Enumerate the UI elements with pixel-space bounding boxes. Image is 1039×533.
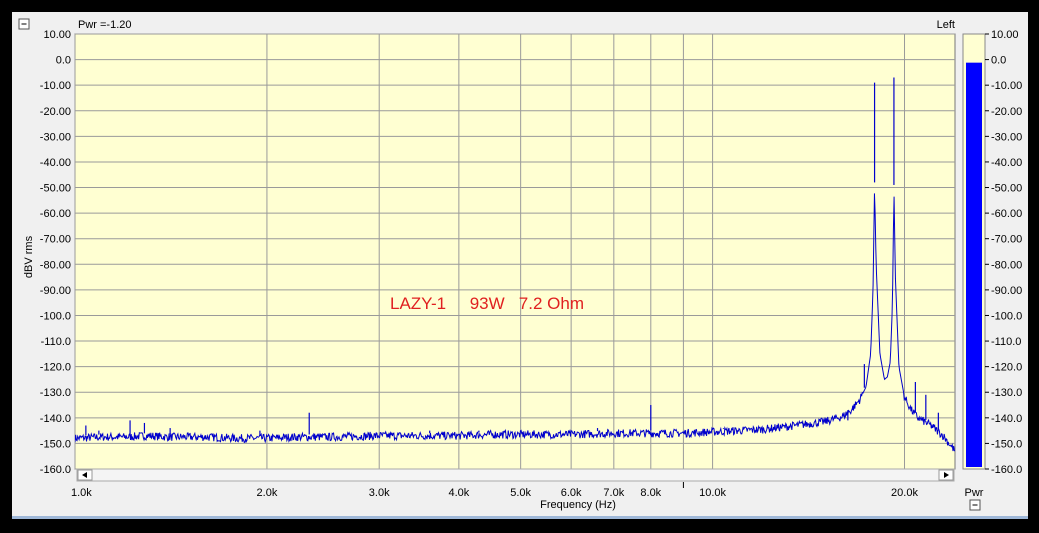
- x-tick-label: 20.0k: [891, 487, 918, 499]
- x-axis-label: Frequency (Hz): [540, 499, 616, 511]
- meter-tick-label: -160.0: [991, 464, 1022, 476]
- x-tick-label: 5.0k: [510, 487, 531, 499]
- y-tick-label: -100.0: [40, 310, 71, 322]
- meter-tick-label: -20.00: [991, 106, 1022, 118]
- y-tick-label: -50.00: [40, 183, 71, 195]
- meter-label: Pwr: [965, 487, 984, 499]
- y-tick-label: -130.0: [40, 387, 71, 399]
- x-tick-label: 3.0k: [369, 487, 390, 499]
- meter-tick-label: -100.0: [991, 310, 1022, 322]
- meter-tick-label: -150.0: [991, 438, 1022, 450]
- y-tick-label: -90.00: [40, 285, 71, 297]
- y-tick-label: -120.0: [40, 362, 71, 374]
- meter-tick-label: -110.0: [991, 336, 1021, 348]
- meter-tick-label: -80.00: [991, 259, 1022, 271]
- meter-tick-label: -140.0: [991, 413, 1022, 425]
- x-tick-label: 8.0k: [640, 487, 661, 499]
- x-tick-label: 7.0k: [603, 487, 624, 499]
- y-tick-label: 0.0: [56, 55, 71, 67]
- meter-tick-label: -40.00: [991, 157, 1022, 169]
- meter-tick-label: 10.00: [991, 29, 1019, 41]
- x-tick-label: 4.0k: [448, 487, 469, 499]
- y-tick-label: -140.0: [40, 413, 71, 425]
- meter-tick-label: 0.0: [991, 55, 1006, 67]
- x-tick-label: 2.0k: [257, 487, 278, 499]
- y-tick-label: -10.00: [40, 80, 71, 92]
- y-tick-labels: 10.00 0.0 -10.00 -20.00 -30.00 -40.00 -50.00 -6…: [40, 29, 71, 476]
- meter-tick-label: -60.00: [991, 208, 1022, 220]
- y-tick-label: 10.00: [43, 29, 71, 41]
- analyzer-window: Pwr =-1.20 Left 10.00 0.0 -10.00 -20.00 -30.…: [12, 12, 1028, 519]
- x-tick-label: 1.0k: [71, 487, 92, 499]
- power-readout: Pwr =-1.20: [78, 19, 132, 31]
- y-tick-label: -160.0: [40, 464, 71, 476]
- meter-tick-label: -90.00: [991, 285, 1022, 297]
- y-tick-label: -20.00: [40, 106, 71, 118]
- meter-tick-label: -130.0: [991, 387, 1022, 399]
- meter-tick-labels: 10.00 0.0 -10.00 -20.00 -30.00 -40.00 -50.00 -6…: [985, 29, 1022, 476]
- channel-label: Left: [937, 19, 955, 31]
- meter-tick-label: -120.0: [991, 362, 1022, 374]
- meter-tick-label: -50.00: [991, 183, 1022, 195]
- y-tick-label: -150.0: [40, 438, 71, 450]
- plot-area: [74, 33, 956, 470]
- y-tick-label: -80.00: [40, 259, 71, 271]
- y-tick-label: -60.00: [40, 208, 71, 220]
- y-tick-label: -70.00: [40, 234, 71, 246]
- meter-tick-label: -30.00: [991, 131, 1022, 143]
- y-tick-label: -40.00: [40, 157, 71, 169]
- horizontal-scrollbar[interactable]: [76, 468, 955, 482]
- chart-annotation: LAZY-1 93W 7.2 Ohm: [390, 294, 584, 313]
- y-tick-label: -30.00: [40, 131, 71, 143]
- y-tick-label: -110.0: [41, 336, 71, 348]
- y-axis-label: dBV rms: [23, 235, 35, 278]
- meter-tick-label: -10.00: [991, 80, 1022, 92]
- x-tick-labels: 1.0k 2.0k 3.0k 4.0k 5.0k 6.0k 7.0k 8.0k 10.0k 20.…: [71, 482, 918, 499]
- meter-tick-label: -70.00: [991, 234, 1022, 246]
- level-meter-bar: [966, 62, 982, 467]
- x-tick-label: 6.0k: [561, 487, 582, 499]
- x-tick-label: 10.0k: [699, 487, 726, 499]
